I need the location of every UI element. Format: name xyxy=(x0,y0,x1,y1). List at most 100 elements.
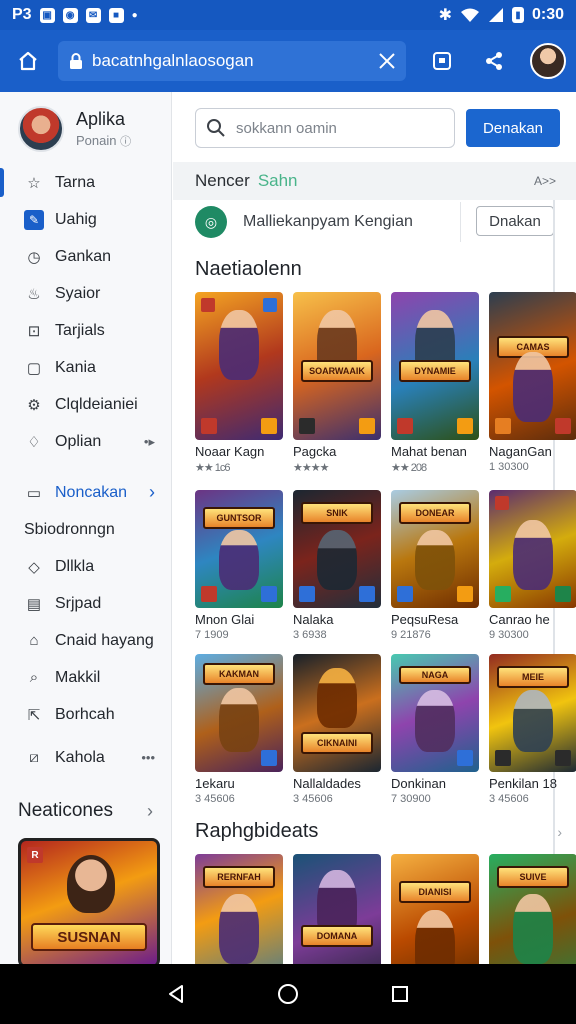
sidebar-item-label: Tarjials xyxy=(55,321,105,339)
sidebar-item-sbiodronngn[interactable]: Sbiodronngn xyxy=(0,511,171,548)
search-placeholder: sokkann oamin xyxy=(236,119,337,137)
game-badge-icon: R xyxy=(27,847,43,863)
sidebar-item-label: Uahig xyxy=(55,210,97,228)
game-name: 1ekaru xyxy=(195,776,235,791)
game-card[interactable]: SUIVE xyxy=(489,854,576,964)
more-link[interactable]: A>> xyxy=(534,174,556,188)
game-name: Pagcka xyxy=(293,444,337,459)
sidebar-item-clqldeianiei[interactable]: ⚙ Clqldeianiei xyxy=(0,386,171,423)
sidebar-item-label: Dllkla xyxy=(55,557,95,575)
game-card[interactable]: GUNTSOR Mnon Glai 7 1909 xyxy=(195,490,283,641)
sidebar-item-syaior[interactable]: ♨ Syaior xyxy=(0,275,171,312)
search-icon xyxy=(207,119,225,137)
sidebar-item-label: Sbiodronngn xyxy=(24,520,115,538)
game-downloads: 3 45606 xyxy=(489,793,529,805)
game-card[interactable]: SOARWAAIK Pagcka ★★★★ xyxy=(293,292,381,474)
sidebar-item-dllkla[interactable]: ◇ Dllkla xyxy=(0,548,171,585)
sidebar-item-makkil[interactable]: ⌕ Makkil xyxy=(0,659,171,696)
calendar-icon: ▤ xyxy=(26,595,42,613)
home-icon[interactable] xyxy=(10,43,46,79)
search-icon: ⌕ xyxy=(29,669,39,686)
profile[interactable]: Aplika Ponain ⓘ xyxy=(0,92,171,164)
game-card[interactable]: CAMAS NaganGan 1 30300 xyxy=(489,292,576,473)
game-logo: DYNAMIE xyxy=(399,360,471,383)
game-art xyxy=(489,490,576,608)
game-art: SUIVE xyxy=(489,854,576,964)
bluetooth-icon: ✱ xyxy=(438,7,452,24)
time: 0:30 xyxy=(531,6,564,23)
profile-name: Aplika xyxy=(76,109,126,129)
home-outline-icon: ⌂ xyxy=(29,632,39,649)
game-logo: SUSNAN xyxy=(31,923,147,951)
game-card[interactable]: Noaar Kagn ★★ 1c6 xyxy=(195,292,283,474)
sidebar-item-gankan[interactable]: ◷ Gankan xyxy=(0,238,171,275)
section-title: Naetiaolenn xyxy=(195,258,302,280)
folder-icon: ▭ xyxy=(26,484,42,502)
game-logo: SUIVE xyxy=(497,865,569,888)
game-card[interactable]: SNIK Nalaka 3 6938 xyxy=(293,490,381,641)
game-logo: CIKNAINI xyxy=(301,731,373,754)
game-logo: DOMANA xyxy=(301,925,373,948)
game-name: Mahat benan xyxy=(391,444,467,459)
back-icon[interactable] xyxy=(159,977,193,1011)
game-downloads: 7 30900 xyxy=(391,793,431,805)
game-card[interactable]: Canrao he 9 30300 xyxy=(489,490,576,641)
avatar[interactable] xyxy=(530,43,566,79)
sidebar-item-tarjials[interactable]: ⊡ Tarjials xyxy=(0,312,171,349)
featured-app[interactable]: ◎ Malliekanpyam Kengian xyxy=(195,202,461,242)
game-card[interactable]: MEIE Penkilan 18 3 45606 xyxy=(489,654,576,805)
game-logo: DIANISI xyxy=(399,880,471,903)
game-name: Canrao he xyxy=(489,612,550,627)
sidebar-item-uahig[interactable]: ✎ Uahig xyxy=(0,201,171,238)
game-card[interactable]: CIKNAINI Nallaldades 3 45606 xyxy=(293,654,381,805)
game-name: Nalaka xyxy=(293,612,334,627)
sidebar-item-noncakan[interactable]: ▭ Noncakan › xyxy=(0,474,171,511)
more-icon[interactable]: ••• xyxy=(141,750,155,765)
sidebar-item-srjpad[interactable]: ▤ Srjpad xyxy=(0,585,171,622)
close-icon[interactable] xyxy=(378,52,396,70)
game-name: Mnon Glai xyxy=(195,612,255,627)
recents-icon[interactable] xyxy=(383,977,417,1011)
sidebar-section-header[interactable]: Neaticones › xyxy=(0,794,171,828)
sidebar-item-label: Borhcah xyxy=(55,705,115,723)
wifi-icon xyxy=(460,8,479,22)
sidebar-item-kahola[interactable]: ⧄ Kahola ••• xyxy=(0,739,171,776)
game-card[interactable]: RERNFAH xyxy=(195,854,283,964)
search-input[interactable]: sokkann oamin xyxy=(195,108,455,148)
game-card[interactable]: DYNAMIE Mahat benan ★★ 208 xyxy=(391,292,479,474)
tab-icon[interactable] xyxy=(424,43,460,79)
game-downloads: 9 30300 xyxy=(489,629,529,641)
game-card[interactable]: NAGA Donkinan 7 30900 xyxy=(391,654,479,805)
sidebar-item-label: Clqldeianiei xyxy=(55,395,138,413)
sidebar-game-thumbnail[interactable]: R SUSNAN xyxy=(18,838,160,964)
game-card[interactable]: KAKMAN 1ekaru 3 45606 xyxy=(195,654,283,805)
game-art xyxy=(67,855,115,913)
game-art: RERNFAH xyxy=(195,854,283,964)
sidebar-item-kania[interactable]: ▢ Kania xyxy=(0,349,171,386)
sidebar-item-cnaid-hayang[interactable]: ⌂ Cnaid hayang xyxy=(0,622,171,659)
sidebar-item-tarna[interactable]: ☆ Tarna xyxy=(0,164,171,201)
sidebar-item-oplian[interactable]: ♢ Oplian •▸ xyxy=(0,423,171,460)
flame-icon: ♨ xyxy=(27,285,41,303)
share-icon[interactable] xyxy=(476,43,512,79)
sidebar-item-label: Tarna xyxy=(55,173,96,191)
game-logo: SNIK xyxy=(301,501,373,524)
subhead-accent[interactable]: Sahn xyxy=(258,171,298,191)
game-card[interactable]: DONEAR PeqsuResa 9 21876 xyxy=(391,490,479,641)
chevron-right-icon[interactable]: › xyxy=(557,824,562,840)
search-button[interactable]: Denakan xyxy=(466,109,560,147)
game-card[interactable]: DIANISI xyxy=(391,854,479,964)
sidebar-item-label: Syaior xyxy=(55,284,101,302)
home-circle-icon[interactable] xyxy=(271,977,305,1011)
game-logo: RERNFAH xyxy=(203,865,275,888)
sidebar-item-label: Kahola xyxy=(55,748,105,766)
url-field[interactable]: bacatnhgalnlaosogan xyxy=(58,41,406,81)
download-button[interactable]: Dnakan xyxy=(476,206,554,236)
game-downloads: 3 6938 xyxy=(293,629,327,641)
notification-icon: ■ xyxy=(108,7,124,23)
game-card[interactable]: DOMANA xyxy=(293,854,381,964)
app-logo-icon: ◎ xyxy=(195,206,227,238)
status-text: P3 xyxy=(12,6,32,23)
sidebar-item-borhcah[interactable]: ⇱ Borhcah xyxy=(0,696,171,733)
game-logo: KAKMAN xyxy=(203,663,275,686)
